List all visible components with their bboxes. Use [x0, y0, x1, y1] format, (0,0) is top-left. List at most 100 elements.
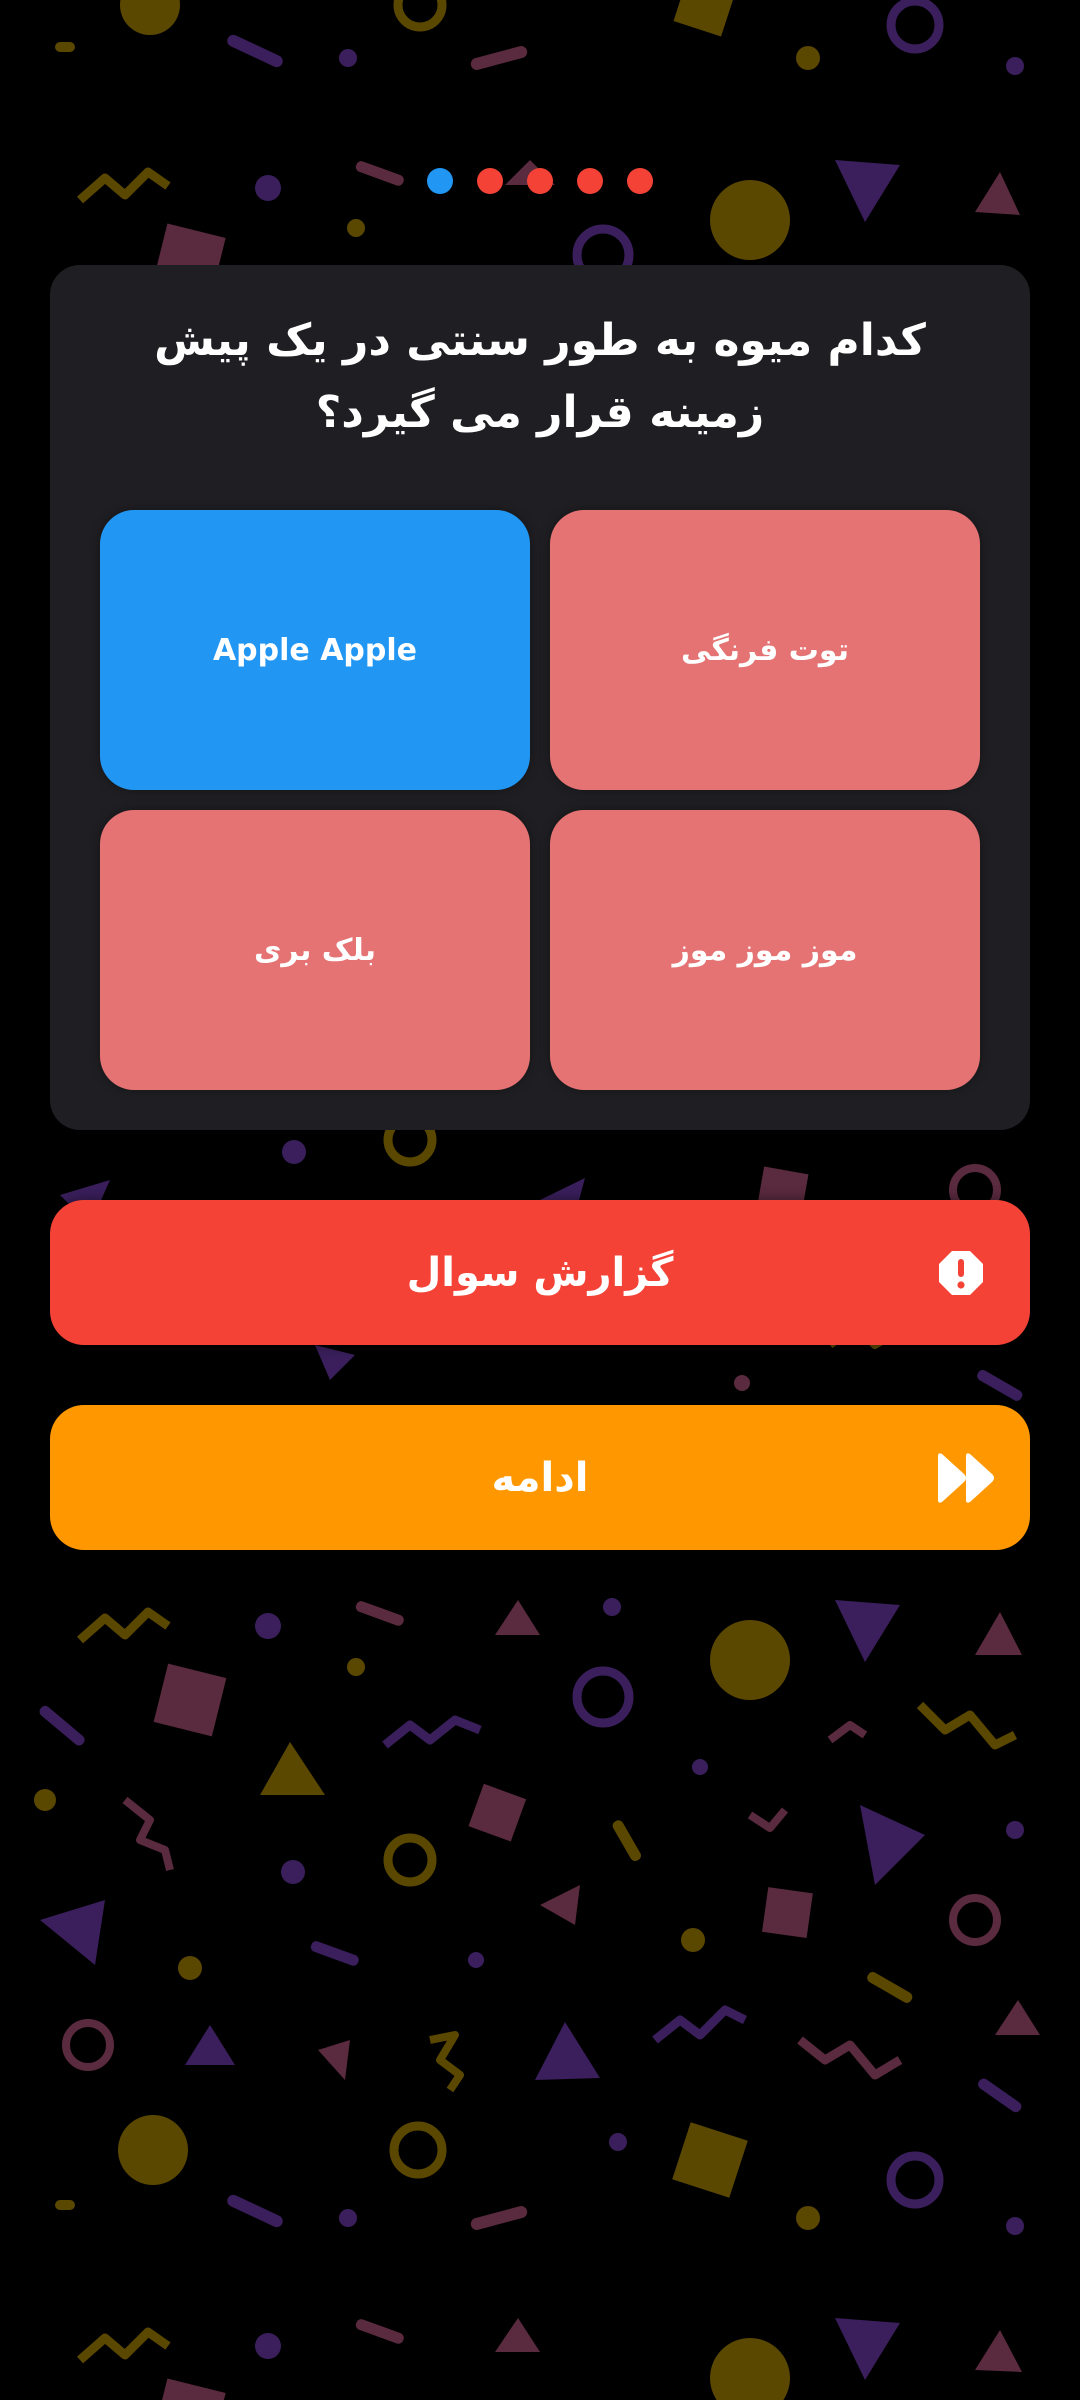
- pattern-dot: [796, 46, 820, 70]
- pattern-dot: [347, 1658, 365, 1676]
- pattern-circle: [710, 2338, 790, 2400]
- pattern-square: [672, 2122, 748, 2198]
- pattern-triangle: [995, 2000, 1040, 2035]
- pattern-triangle: [495, 1600, 540, 1635]
- pattern-zigzag: [429, 2031, 464, 2093]
- pattern-triangle: [835, 1600, 900, 1662]
- pattern-dot: [255, 2333, 281, 2359]
- pattern-dot: [282, 1140, 306, 1164]
- pattern-zigzag: [916, 1701, 1018, 1750]
- pattern-circle: [120, 0, 180, 35]
- pattern-dash: [227, 34, 283, 68]
- pattern-dash: [470, 2206, 528, 2230]
- pattern-ring: [393, 0, 447, 32]
- progress-dot: [527, 168, 553, 194]
- continue-button[interactable]: ادامه: [50, 1405, 1030, 1550]
- pattern-square: [673, 0, 737, 37]
- answer-label: بلک بری: [253, 932, 377, 968]
- pattern-ring: [886, 0, 944, 54]
- pattern-triangle: [318, 2040, 350, 2080]
- report-question-label: گزارش سوال: [406, 1249, 674, 1296]
- pattern-dot: [178, 1956, 202, 1980]
- pattern-triangle: [835, 2318, 900, 2380]
- progress-dot: [477, 168, 503, 194]
- pattern-dot: [281, 1860, 305, 1884]
- pattern-square: [153, 1663, 227, 1737]
- pattern-dash: [355, 2319, 404, 2344]
- pattern-ring: [62, 2019, 114, 2071]
- pattern-dot: [796, 2206, 820, 2230]
- pattern-zigzag: [122, 1796, 174, 1871]
- fast-forward-icon: [938, 1452, 994, 1503]
- pattern-circle: [118, 2115, 188, 2185]
- pattern-dot: [681, 1928, 705, 1952]
- pattern-dash: [867, 1971, 913, 2003]
- pattern-dash: [55, 42, 75, 52]
- pattern-dash: [355, 1601, 404, 1626]
- pattern-square: [468, 1783, 527, 1842]
- report-question-button[interactable]: گزارش سوال: [50, 1200, 1030, 1345]
- pattern-triangle: [975, 1612, 1022, 1655]
- quiz-screen: کدام میوه به طور سنتی در یک پیش زمینه قر…: [0, 0, 1080, 2400]
- pattern-triangle: [975, 2330, 1022, 2372]
- pattern-zigzag: [382, 1715, 482, 1749]
- pattern-dot: [609, 2133, 627, 2151]
- pattern-zigzag: [77, 2327, 171, 2364]
- pattern-zigzag: [797, 2036, 903, 2080]
- pattern-dot: [1006, 1821, 1024, 1839]
- progress-dot: [577, 168, 603, 194]
- pattern-circle: [710, 1620, 790, 1700]
- answer-label: موز موز موز: [672, 932, 858, 968]
- pattern-dash: [39, 1705, 85, 1746]
- pattern-triangle: [315, 1345, 355, 1380]
- pattern-triangle: [535, 2022, 600, 2080]
- pattern-dot: [603, 1598, 621, 1616]
- answer-option-1[interactable]: توت فرنگی: [550, 510, 980, 790]
- question-text: کدام میوه به طور سنتی در یک پیش زمینه قر…: [154, 315, 926, 438]
- pattern-dot: [468, 1952, 484, 1968]
- pattern-triangle: [860, 1805, 925, 1885]
- pattern-dot: [1006, 2217, 1024, 2235]
- pattern-triangle: [40, 1900, 105, 1965]
- pattern-dash: [310, 1941, 359, 1966]
- pattern-dash: [612, 1820, 642, 1862]
- answer-label: Apple Apple: [212, 632, 418, 668]
- pattern-dot: [339, 2209, 357, 2227]
- pattern-triangle: [495, 2318, 540, 2352]
- question-card: کدام میوه به طور سنتی در یک پیش زمینه قر…: [50, 265, 1030, 1130]
- progress-dot: [627, 168, 653, 194]
- pattern-dash: [55, 2200, 75, 2210]
- pattern-ring: [572, 1666, 634, 1728]
- pattern-dot: [347, 219, 365, 237]
- pattern-dot: [34, 1789, 56, 1811]
- pattern-dash: [977, 1370, 1023, 1401]
- pattern-dot: [255, 1613, 281, 1639]
- answer-option-2[interactable]: Apple Apple: [100, 510, 530, 790]
- pattern-ring: [886, 2151, 944, 2209]
- pattern-dot: [734, 1375, 750, 1391]
- pattern-zigzag: [77, 1607, 171, 1644]
- question-progress-dots: [0, 166, 1080, 196]
- progress-dot: [427, 168, 453, 194]
- pattern-dash: [470, 46, 528, 70]
- pattern-triangle: [540, 1885, 580, 1925]
- pattern-dot: [692, 1759, 708, 1775]
- pattern-zigzag: [652, 2005, 748, 2044]
- pattern-square: [762, 1887, 813, 1938]
- pattern-dot: [339, 49, 357, 67]
- pattern-ring: [949, 1894, 1001, 1946]
- pattern-square: [154, 2378, 226, 2400]
- pattern-zigzag: [827, 1721, 868, 1744]
- continue-label: ادامه: [491, 1454, 589, 1501]
- alert-octagon-icon: [939, 1250, 983, 1295]
- answer-label: توت فرنگی: [680, 632, 850, 668]
- pattern-dash: [227, 2194, 283, 2228]
- answer-option-4[interactable]: بلک بری: [100, 810, 530, 1090]
- pattern-zigzag: [747, 1807, 789, 1832]
- pattern-ring: [383, 1833, 437, 1887]
- answer-option-3[interactable]: موز موز موز: [550, 810, 980, 1090]
- pattern-dot: [1006, 57, 1024, 75]
- pattern-dash: [978, 2078, 1022, 2113]
- pattern-ring: [389, 2121, 447, 2179]
- pattern-triangle: [260, 1742, 325, 1795]
